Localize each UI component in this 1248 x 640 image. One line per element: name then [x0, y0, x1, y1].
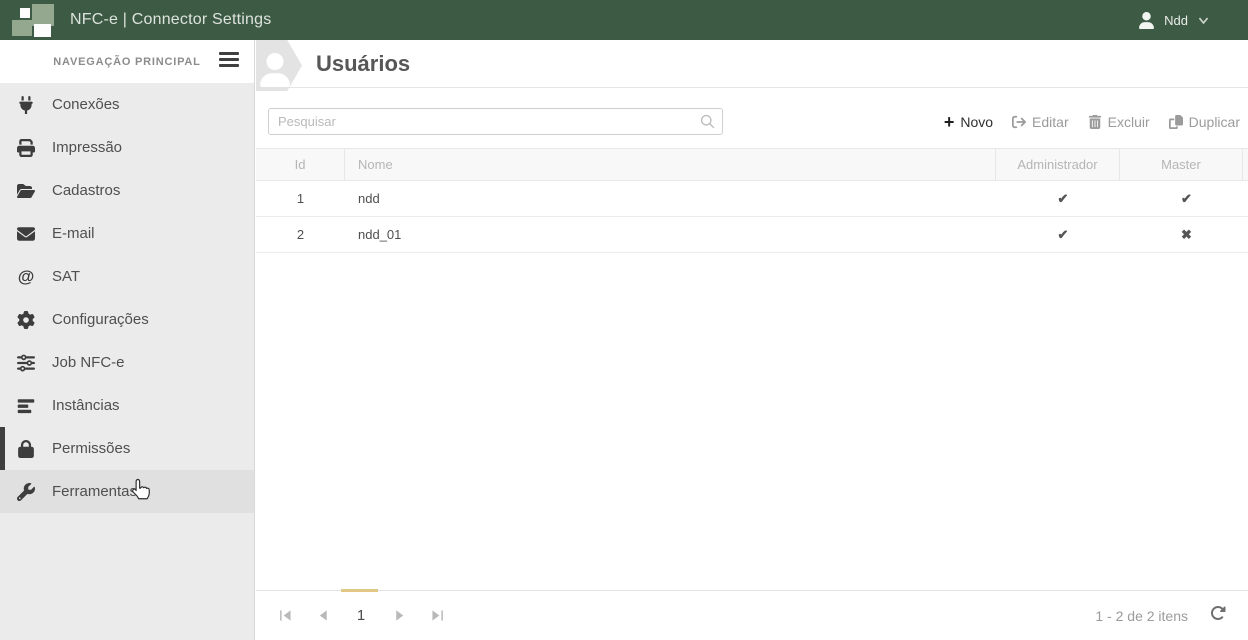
editar-button[interactable]: Editar — [1012, 114, 1069, 130]
column-header-nome[interactable]: Nome — [345, 149, 996, 180]
previous-icon — [317, 609, 330, 622]
printer-icon — [17, 139, 35, 157]
user-name: Ndd — [1164, 13, 1188, 28]
next-page-button[interactable] — [380, 603, 418, 629]
pager: 1 1 - 2 de 2 itens — [256, 590, 1248, 640]
sidebar-item-email[interactable]: E-mail — [0, 212, 254, 255]
wrench-icon — [17, 483, 35, 501]
page-title: Usuários — [316, 40, 410, 88]
duplicar-button-label: Duplicar — [1189, 114, 1240, 130]
sidebar-item-label: Cadastros — [52, 182, 120, 199]
gear-icon — [17, 311, 35, 329]
sidebar-header: NAVEGAÇÃO PRINCIPAL — [0, 40, 254, 83]
check-icon: ✔ — [1058, 227, 1069, 243]
sidebar-item-permissoes[interactable]: Permissões — [0, 427, 254, 470]
plus-icon: + — [944, 115, 955, 129]
pager-info: 1 - 2 de 2 itens — [1095, 608, 1188, 624]
column-header-filler — [1243, 149, 1248, 180]
search-icon[interactable] — [699, 113, 716, 130]
seek-first-icon — [279, 609, 292, 622]
sliders-icon — [17, 354, 35, 372]
cell-id: 1 — [256, 181, 345, 216]
sidebar-item-label: Configurações — [52, 311, 149, 328]
refresh-icon — [1210, 605, 1226, 621]
column-header-id[interactable]: Id — [256, 149, 345, 180]
table-row[interactable]: 1 ndd ✔ ✔ — [256, 181, 1248, 217]
sidebar-item-ferramentas[interactable]: Ferramentas — [0, 470, 254, 513]
page-number-button[interactable]: 1 — [342, 603, 380, 629]
users-banner — [256, 40, 302, 91]
sidebar-item-impressao[interactable]: Impressão — [0, 126, 254, 169]
users-table: Id Nome Administrador Master 1 ndd ✔ ✔ 2… — [256, 148, 1248, 253]
page-number: 1 — [357, 607, 365, 624]
folder-open-icon — [17, 182, 35, 200]
chevron-down-icon — [1197, 14, 1210, 27]
hamburger-menu-icon[interactable] — [219, 52, 239, 70]
sidebar-item-label: SAT — [52, 268, 80, 285]
app-logo — [10, 3, 58, 37]
page-header: Usuários — [256, 40, 1248, 88]
sidebar-item-instancias[interactable]: Instâncias — [0, 384, 254, 427]
sidebar-item-label: Permissões — [52, 440, 130, 457]
search-input[interactable] — [268, 108, 723, 135]
sidebar-item-label: Ferramentas — [52, 483, 137, 500]
first-page-button[interactable] — [266, 603, 304, 629]
topbar: NFC-e | Connector Settings Ndd — [0, 0, 1248, 40]
sidebar-item-label: E-mail — [52, 225, 95, 242]
lock-icon — [17, 440, 35, 458]
main-content: Usuários + Novo Editar Excluir D — [256, 40, 1248, 640]
editar-button-label: Editar — [1032, 114, 1069, 130]
cell-nome: ndd_01 — [345, 217, 1001, 252]
trash-icon — [1088, 115, 1102, 129]
cell-nome: ndd — [345, 181, 1001, 216]
user-icon — [260, 53, 290, 87]
novo-button-label: Novo — [960, 114, 993, 130]
plug-icon — [17, 96, 35, 114]
duplicar-button[interactable]: Duplicar — [1169, 114, 1240, 130]
user-icon — [1138, 12, 1155, 29]
seek-last-icon — [431, 609, 444, 622]
sidebar-item-conexoes[interactable]: Conexões — [0, 83, 254, 126]
search-box — [268, 108, 723, 135]
sidebar-item-label: Job NFC-e — [52, 354, 125, 371]
sidebar-item-label: Instâncias — [52, 397, 120, 414]
sidebar-item-job-nfce[interactable]: Job NFC-e — [0, 341, 254, 384]
check-icon: ✔ — [1058, 191, 1069, 207]
previous-page-button[interactable] — [304, 603, 342, 629]
server-icon — [17, 397, 35, 415]
action-row: + Novo Editar Excluir Duplicar — [256, 108, 1248, 135]
sidebar-item-label: Conexões — [52, 96, 120, 113]
sidebar-item-sat[interactable]: @ SAT — [0, 255, 254, 298]
table-row[interactable]: 2 ndd_01 ✔ ✖ — [256, 217, 1248, 253]
envelope-icon — [17, 225, 35, 243]
copy-icon — [1169, 115, 1183, 129]
next-icon — [393, 609, 406, 622]
current-page-indicator — [341, 589, 378, 592]
refresh-button[interactable] — [1210, 605, 1226, 626]
sidebar-header-label: NAVEGAÇÃO PRINCIPAL — [0, 40, 254, 83]
novo-button[interactable]: + Novo — [944, 114, 993, 130]
column-header-master[interactable]: Master — [1120, 149, 1243, 180]
excluir-button[interactable]: Excluir — [1088, 114, 1150, 130]
x-icon: ✖ — [1181, 227, 1192, 243]
last-page-button[interactable] — [418, 603, 456, 629]
cell-id: 2 — [256, 217, 345, 252]
sidebar-item-label: Impressão — [52, 139, 122, 156]
sidebar-item-cadastros[interactable]: Cadastros — [0, 169, 254, 212]
at-icon: @ — [17, 267, 35, 287]
user-menu[interactable]: Ndd — [1138, 12, 1248, 29]
toolbar: + Novo Editar Excluir Duplicar — [944, 114, 1240, 130]
sidebar: NAVEGAÇÃO PRINCIPAL Conexões Impressão C… — [0, 40, 255, 640]
table-header-row: Id Nome Administrador Master — [256, 148, 1248, 181]
check-icon: ✔ — [1181, 191, 1192, 207]
app-title: NFC-e | Connector Settings — [70, 11, 271, 29]
edit-arrow-icon — [1012, 115, 1026, 129]
excluir-button-label: Excluir — [1108, 114, 1150, 130]
column-header-administrador[interactable]: Administrador — [996, 149, 1120, 180]
sidebar-item-configuracoes[interactable]: Configurações — [0, 298, 254, 341]
